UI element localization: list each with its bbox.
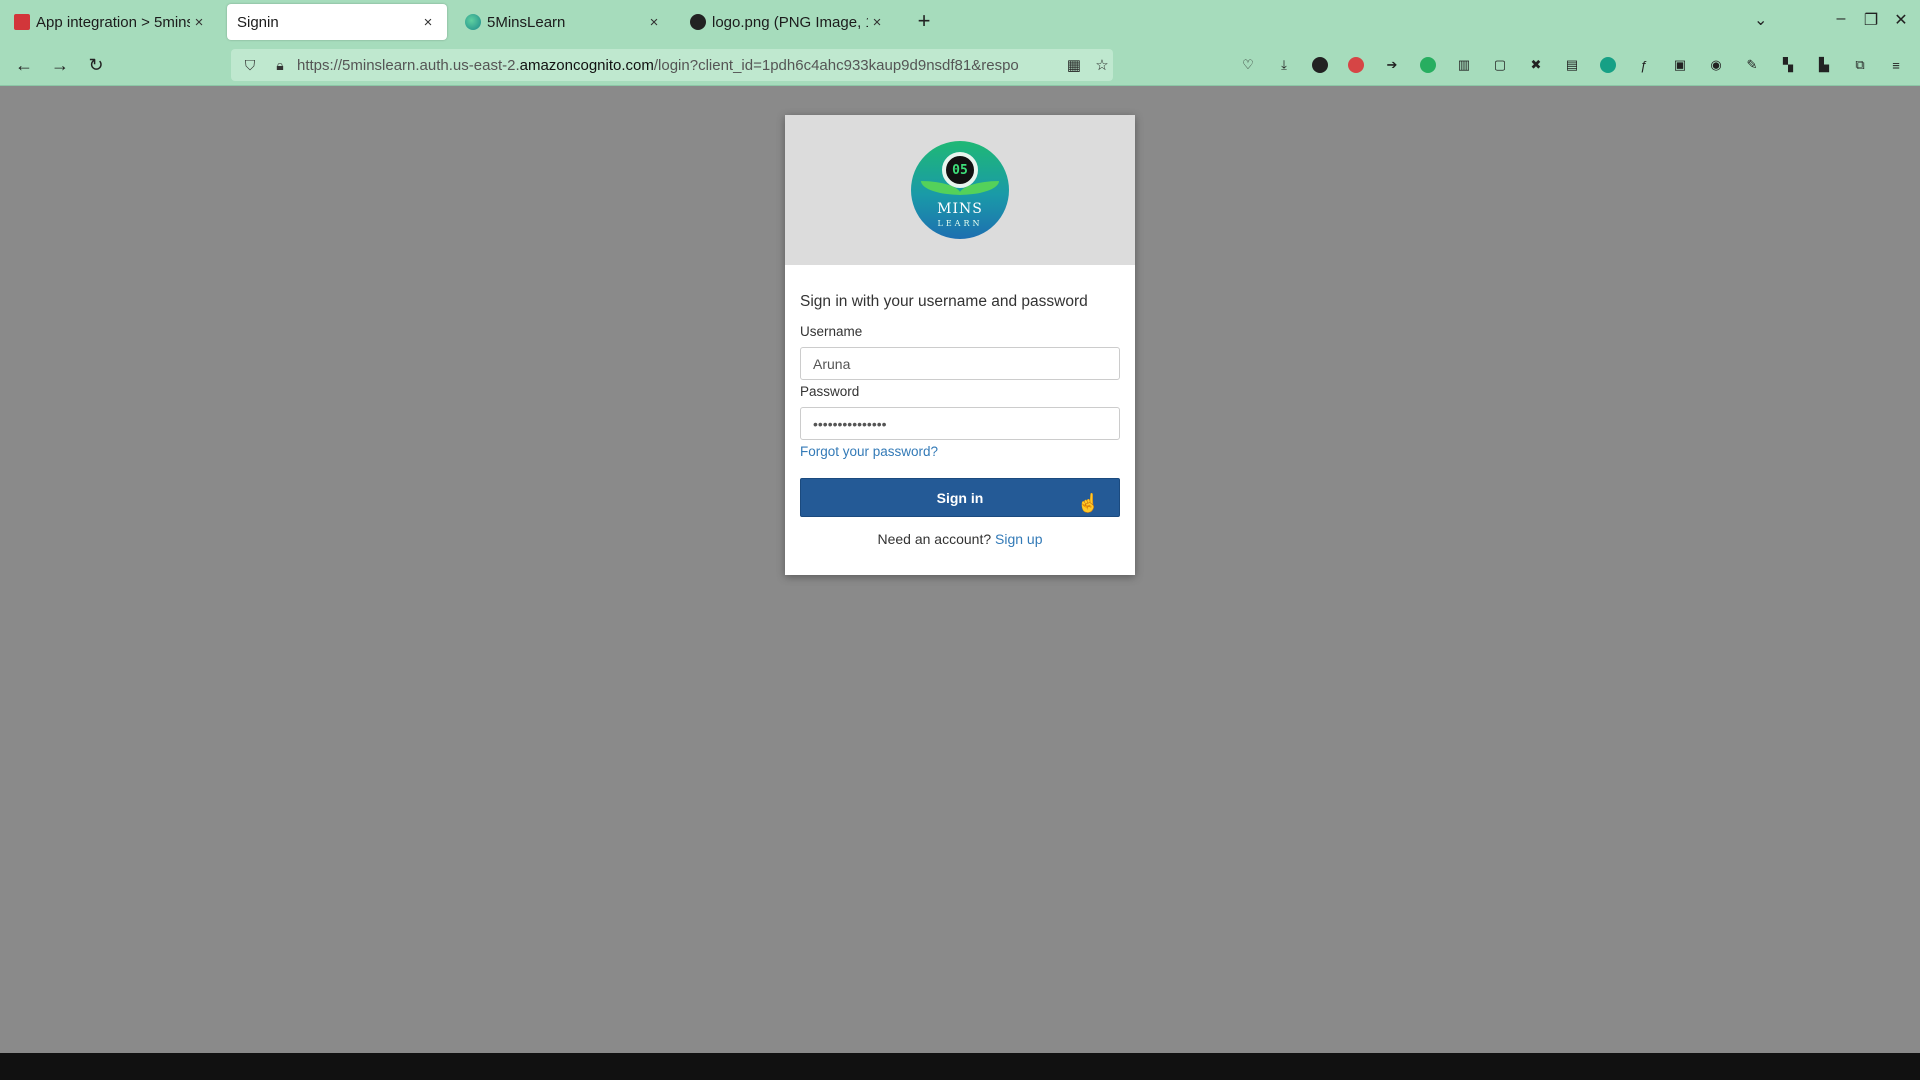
qr-code-icon[interactable]: ▦ [1063, 54, 1085, 76]
reload-icon[interactable]: ↻ [82, 52, 110, 78]
adblock-icon[interactable] [1345, 54, 1367, 76]
aws-icon [14, 14, 30, 30]
forgot-password-link[interactable]: Forgot your password? [800, 444, 1120, 459]
username-input[interactable] [800, 347, 1120, 380]
logo-text-bottom: LEARN [937, 219, 983, 228]
minimize-icon[interactable]: – [1828, 10, 1854, 28]
signup-prompt: Need an account? Sign up [800, 531, 1120, 547]
extension-blank-icon[interactable]: ▢ [1489, 54, 1511, 76]
bars-icon[interactable]: ▥ [1453, 54, 1475, 76]
tab-5minslearn[interactable]: 5MinsLearn × [455, 4, 673, 40]
new-tab-button[interactable]: + [910, 8, 938, 36]
password-label: Password [800, 384, 860, 399]
url-domain: amazoncognito.com [519, 56, 654, 74]
need-account-text: Need an account? [877, 531, 992, 547]
tab-title: logo.png (PNG Image, 10 [712, 13, 868, 31]
tab-signin[interactable]: Signin × [227, 4, 447, 40]
download-icon[interactable]: ⤓ [1273, 54, 1295, 76]
password-input[interactable] [800, 407, 1120, 440]
extension-puzzle-color-icon[interactable]: ✖ [1525, 54, 1547, 76]
window-close-icon[interactable]: ✕ [1888, 10, 1914, 30]
close-tab-icon[interactable]: × [419, 14, 437, 31]
restore-icon[interactable]: ❐ [1858, 10, 1884, 30]
tab-title: 5MinsLearn [487, 13, 566, 31]
url-prefix: https://5minslearn.auth.us-east-2. [297, 56, 520, 74]
record-icon[interactable]: ◉ [1705, 54, 1727, 76]
logo-text-top: MINS [937, 201, 983, 217]
tab-strip: App integration > 5minsl × Signin × 5Min… [0, 0, 1920, 44]
pocket-icon[interactable]: ♡ [1237, 54, 1259, 76]
logo-image: 05 MINS LEARN [911, 141, 1009, 239]
forward-arrow-icon[interactable]: → [46, 52, 74, 78]
lock-icon[interactable]: 🔒︎ [269, 54, 291, 76]
sign-up-link[interactable]: Sign up [995, 531, 1042, 547]
extensions-puzzle-icon[interactable]: ⧉ [1849, 54, 1871, 76]
screenshot-icon[interactable]: ▣ [1669, 54, 1691, 76]
function-icon[interactable]: ƒ [1633, 54, 1655, 76]
extension-green-icon[interactable] [1417, 54, 1439, 76]
close-tab-icon[interactable]: × [868, 14, 886, 31]
tab-title: Signin [237, 13, 279, 31]
tab-app-integration[interactable]: App integration > 5minsl × [4, 4, 218, 40]
chart-icon[interactable]: ▙ [1813, 54, 1835, 76]
apps-grid-icon[interactable]: ▚ [1777, 54, 1799, 76]
circle-icon [690, 14, 706, 30]
account-icon[interactable] [1309, 54, 1331, 76]
globe-icon [465, 14, 481, 30]
back-arrow-icon[interactable]: ← [10, 52, 38, 78]
bottom-bar [0, 1053, 1920, 1080]
url-suffix: /login?client_id=1pdh6c4ahc933kaup9d9nsd… [653, 56, 1019, 74]
star-icon[interactable]: ☆ [1091, 54, 1113, 76]
shield-icon[interactable]: ⛉ [239, 54, 261, 76]
chevron-down-icon[interactable]: ⌄ [1754, 10, 1767, 30]
tab-title: App integration > 5minsl [36, 13, 190, 31]
extension-grid-icon[interactable]: ▤ [1561, 54, 1583, 76]
extension-arrow-icon[interactable]: ➔ [1381, 54, 1403, 76]
tab-logo-png[interactable]: logo.png (PNG Image, 10 × [680, 4, 896, 40]
clock-icon: 05 [942, 152, 978, 188]
card-header: 05 MINS LEARN [785, 115, 1135, 265]
signin-heading: Sign in with your username and password [800, 293, 1088, 310]
grammarly-icon[interactable] [1597, 54, 1619, 76]
nav-bar: ← → ↻ ⛉ 🔒︎ https://5minslearn.auth.us-ea… [0, 44, 1920, 86]
username-label: Username [800, 324, 863, 339]
address-bar[interactable]: ⛉ 🔒︎ https://5minslearn.auth.us-east-2.a… [231, 49, 1113, 81]
menu-icon[interactable]: ≡ [1885, 54, 1907, 76]
url-text[interactable]: https://5minslearn.auth.us-east-2.amazon… [297, 57, 1057, 74]
hand-cursor-icon: ☝ [1077, 493, 1100, 513]
close-tab-icon[interactable]: × [645, 14, 663, 31]
sign-in-button[interactable]: Sign in [800, 478, 1120, 517]
close-tab-icon[interactable]: × [190, 14, 208, 31]
edit-icon[interactable]: ✎ [1741, 54, 1763, 76]
